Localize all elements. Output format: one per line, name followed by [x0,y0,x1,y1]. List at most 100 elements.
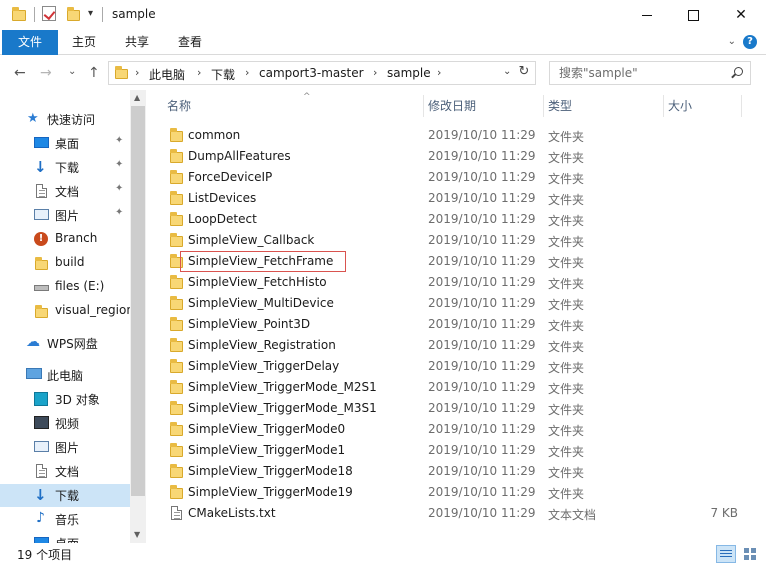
table-row[interactable]: SimpleView_FetchHisto 2019/10/10 11:29 文件夹 [162,272,742,293]
table-row[interactable]: SimpleView_Point3D 2019/10/10 11:29 文件夹 [162,314,742,335]
table-row[interactable]: ListDevices 2019/10/10 11:29 文件夹 [162,188,742,209]
pin-icon[interactable]: ✦ [115,159,123,170]
table-row[interactable]: CMakeLists.txt 2019/10/10 11:29 文本文档 7 KB [162,503,742,524]
column-header-name[interactable]: ^ 名称 [162,92,424,117]
navigation-pane-scrollbar[interactable]: ▲ ▼ [130,90,146,543]
sidebar-item-desktop-2[interactable]: 桌面 [0,532,130,543]
sidebar-item-downloads-2[interactable]: ↓ 下载 [0,484,130,507]
table-row[interactable]: SimpleView_TriggerMode_M2S1 2019/10/10 11… [162,377,742,398]
sidebar-item-visual-region[interactable]: visual_region [0,300,134,323]
folder-icon [170,128,183,142]
maximize-button[interactable] [670,0,716,30]
file-name: SimpleView_TriggerDelay [188,359,340,373]
table-row[interactable]: SimpleView_TriggerMode0 2019/10/10 11:29 文… [162,419,742,440]
customize-quick-access-icon[interactable]: ▾ [88,8,93,19]
table-row[interactable]: SimpleView_FetchFrame 2019/10/10 11:29 文件夹 [162,251,742,272]
table-row[interactable]: SimpleView_TriggerMode1 2019/10/10 11:29 文… [162,440,742,461]
tab-file[interactable]: 文件 [2,30,58,55]
breadcrumb-separator[interactable]: › [373,66,377,79]
sidebar-item-pictures-2[interactable]: 图片 [0,436,130,459]
search-icon[interactable] [731,67,743,78]
pin-icon[interactable]: ✦ [115,183,123,194]
file-type: 文件夹 [548,424,585,438]
sidebar-item-wps-cloud[interactable]: ☁ WPS网盘 [0,332,130,355]
forward-button[interactable]: → [40,65,52,81]
recent-locations-button[interactable]: ⌄ [68,66,76,77]
table-row[interactable]: DumpAllFeatures 2019/10/10 11:29 文件夹 [162,146,742,167]
pin-icon[interactable]: ✦ [115,207,123,218]
sidebar-item-music[interactable]: ♪ 音乐 [0,508,130,531]
up-button[interactable]: ↑ [88,65,100,81]
file-name: SimpleView_TriggerMode0 [188,422,346,436]
column-header-label: 类型 [548,99,573,113]
column-header-modified[interactable]: 修改日期 [424,95,544,117]
large-icons-view-icon[interactable] [741,545,761,563]
address-bar[interactable]: › 此电脑 › 下载 › camport3-master › sample › … [108,61,536,85]
sidebar-item-this-pc[interactable]: 此电脑 [0,364,130,387]
sidebar-item-documents[interactable]: 文档 ✦ [0,180,130,203]
back-button[interactable]: ← [14,65,26,81]
breadcrumb-separator[interactable]: › [245,66,249,79]
close-button[interactable]: ✕ [716,0,766,30]
sidebar-item-pictures[interactable]: 图片 ✦ [0,204,130,227]
breadcrumb-separator[interactable]: › [197,66,201,79]
sidebar-item-desktop[interactable]: 桌面 ✦ [0,132,130,155]
table-row[interactable]: SimpleView_TriggerMode18 2019/10/10 11:29… [162,461,742,482]
scroll-up-icon[interactable]: ▲ [134,93,140,102]
scrollbar-thumb[interactable] [131,106,145,496]
tab-view[interactable]: 查看 [166,30,214,55]
sidebar-item-3d-objects[interactable]: 3D 对象 [0,388,130,411]
column-divider[interactable] [741,95,742,117]
search-input[interactable] [550,62,730,84]
table-row[interactable]: common 2019/10/10 11:29 文件夹 [162,125,742,146]
folder-icon [170,401,183,415]
address-dropdown-icon[interactable]: ⌄ [503,66,511,77]
folder-icon [35,305,48,318]
branch-warning-icon: ! [34,232,48,246]
table-row[interactable]: SimpleView_Callback 2019/10/10 11:29 文件夹 [162,230,742,251]
table-row[interactable]: SimpleView_TriggerDelay 2019/10/10 11:29 文… [162,356,742,377]
sidebar-item-documents-2[interactable]: 文档 [0,460,130,483]
breadcrumb-this-pc[interactable]: 此电脑 [149,66,185,83]
scroll-down-icon[interactable]: ▼ [134,530,140,539]
window-title: sample [112,7,156,21]
file-type: 文件夹 [548,403,585,417]
tab-share[interactable]: 共享 [113,30,161,55]
breadcrumb-separator[interactable]: › [135,66,139,79]
address-folder-icon [115,66,128,79]
breadcrumb-sample[interactable]: sample [387,66,431,80]
table-row[interactable]: SimpleView_TriggerMode_M3S1 2019/10/10 11… [162,398,742,419]
sidebar-item-downloads[interactable]: ↓ 下载 ✦ [0,156,130,179]
sidebar-item-label: Branch [55,231,98,245]
folder-icon [170,317,183,331]
table-row[interactable]: ForceDeviceIP 2019/10/10 11:29 文件夹 [162,167,742,188]
expand-ribbon-icon[interactable]: ⌄ [728,36,736,47]
table-row[interactable]: SimpleView_TriggerMode19 2019/10/10 11:29… [162,482,742,503]
refresh-icon[interactable]: ↻ [516,64,532,80]
sidebar-item-drive-e[interactable]: files (E:) [0,276,130,299]
table-row[interactable]: SimpleView_MultiDevice 2019/10/10 11:29 文件… [162,293,742,314]
breadcrumb-downloads[interactable]: 下载 [211,66,235,83]
sidebar-item-quick-access[interactable]: ★ 快速访问 [0,108,130,131]
file-type: 文件夹 [548,466,585,480]
help-icon[interactable]: ? [743,35,757,49]
breadcrumb-separator[interactable]: › [437,66,441,79]
sidebar-item-branch[interactable]: ! Branch [0,228,130,251]
sidebar-item-build[interactable]: build [0,252,130,275]
sidebar-item-videos[interactable]: 视频 [0,412,130,435]
details-view-icon[interactable] [716,545,736,563]
minimize-button[interactable] [624,0,670,30]
breadcrumb-camport3-master[interactable]: camport3-master [259,66,364,80]
tab-home[interactable]: 主页 [60,30,108,55]
file-name: SimpleView_FetchHisto [188,275,327,289]
search-box[interactable] [549,61,751,85]
table-row[interactable]: SimpleView_Registration 2019/10/10 11:29 文… [162,335,742,356]
new-folder-icon[interactable] [67,7,80,21]
file-modified-date: 2019/10/10 11:29 [428,359,536,373]
table-row[interactable]: LoopDetect 2019/10/10 11:29 文件夹 [162,209,742,230]
properties-icon[interactable] [42,6,56,21]
column-header-size[interactable]: 大小 [664,95,742,117]
pin-icon[interactable]: ✦ [115,135,123,146]
column-header-type[interactable]: 类型 [544,95,664,117]
status-bar: 19 个项目 [0,543,766,568]
